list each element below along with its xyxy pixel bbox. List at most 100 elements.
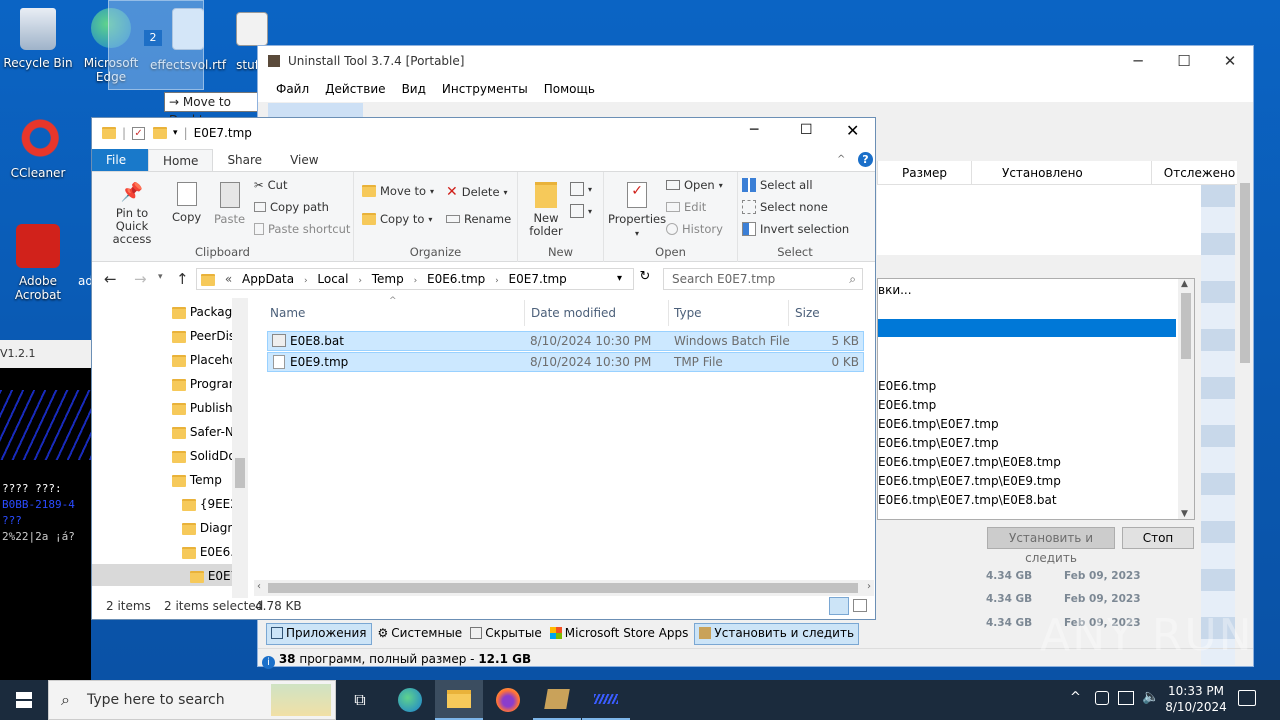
chevron-up-icon[interactable]: ▲ [1181,279,1188,289]
copy-to-button[interactable]: Copy to ▾ [362,212,432,226]
column-name[interactable]: Name [270,306,305,320]
quick-access-dropdown-icon[interactable]: ▾ [173,128,178,138]
large-icons-view-icon[interactable] [853,599,867,612]
uninstall-tool-taskbar-icon[interactable] [533,680,581,720]
nav-item[interactable]: Safer-N [172,420,232,444]
minimize-button[interactable]: ─ [750,122,758,138]
nav-item[interactable]: Publish [172,396,232,420]
menu-tools[interactable]: Инструменты [442,82,528,96]
breadcrumb-temp[interactable]: Temp [372,272,404,286]
log-scrollbar[interactable]: ▲ ▼ [1178,279,1194,519]
select-none-button[interactable]: Select none [742,200,828,214]
invert-selection-button[interactable]: Invert selection [742,222,849,236]
desktop-icon-acrobat[interactable]: Adobe Acrobat [0,224,76,302]
history-button[interactable]: History [666,222,723,236]
breadcrumb-local[interactable]: Local [317,272,348,286]
maximize-button[interactable]: ☐ [800,122,813,138]
h-scrollbar-thumb[interactable] [268,583,858,593]
show-hidden-icons-chevron-icon[interactable]: ^ [1070,690,1081,705]
minimize-button[interactable]: ─ [1115,46,1161,76]
volume-icon[interactable]: 🔈 [1142,689,1159,705]
nav-item-selected[interactable]: E0E7 [190,564,232,588]
nav-item[interactable]: Placeho [172,348,232,372]
clock[interactable]: 10:33 PM 8/10/2024 [1162,683,1230,715]
collapse-ribbon-icon[interactable]: ^ [837,154,845,165]
nav-item[interactable]: SolidDo [172,444,232,468]
cut-button[interactable]: ✂ Cut [254,178,287,192]
easy-access-button[interactable]: ▾ [570,204,592,218]
nav-scrollbar[interactable] [232,298,248,598]
select-all-button[interactable]: Select all [742,178,813,192]
copy-path-button[interactable]: Copy path [254,200,329,214]
column-size[interactable]: Размер [877,161,971,185]
install-and-track-button[interactable]: Установить и следить [987,527,1115,565]
help-icon[interactable]: ? [858,152,873,167]
tab-system[interactable]: ⚙ Системные [376,623,465,645]
open-button[interactable]: Open ▾ [666,178,723,192]
stop-button[interactable]: Стоп [1122,527,1194,549]
network-icon[interactable] [1118,691,1134,705]
column-size[interactable]: Size [795,306,820,320]
menu-file[interactable]: Файл [276,82,309,96]
copy-button[interactable]: Copy [172,182,201,224]
breadcrumb-appdata[interactable]: AppData [242,272,294,286]
refresh-icon[interactable]: ↻ [636,269,654,291]
firefox-taskbar-icon[interactable] [484,680,532,720]
details-view-icon[interactable] [829,597,849,615]
recent-locations-chevron-icon[interactable]: ▾ [158,272,163,282]
file-row[interactable]: E0E9.tmp 8/10/2024 10:30 PM TMP File 0 K… [267,352,864,372]
nav-item[interactable]: Temp [172,468,232,492]
scrollbar-thumb[interactable] [1240,183,1250,363]
breadcrumb-e0e6[interactable]: E0E6.tmp [427,272,485,286]
breadcrumb-overflow[interactable]: « [225,272,232,286]
column-type[interactable]: Type [674,306,702,320]
delete-button[interactable]: ✕ Delete ▾ [446,184,508,200]
column-tracked[interactable]: Отслежено [1151,161,1247,185]
nav-item[interactable]: {9EE29 [182,492,232,516]
back-arrow-icon[interactable]: ← [104,270,117,288]
chevron-left-icon[interactable]: ‹ [257,581,261,592]
desktop-icon-recycle-bin[interactable]: Recycle Bin [0,8,76,70]
tab-install-track[interactable]: Установить и следить [694,623,860,645]
maximize-button[interactable]: ☐ [1161,46,1207,76]
desktop-icon-ccleaner[interactable]: CCleaner [0,116,76,180]
forward-arrow-icon[interactable]: → [134,270,147,288]
console-taskbar-icon[interactable] [582,680,630,720]
tab-hidden[interactable]: Скрытые [468,623,544,645]
ut-scrollbar[interactable] [1237,161,1253,601]
new-item-button[interactable]: ▾ [570,182,592,196]
address-dropdown-icon[interactable]: ▾ [617,269,622,289]
file-list-h-scrollbar[interactable]: ‹ › [254,580,874,596]
address-bar[interactable]: « AppData › Local › Temp › E0E6.tmp › E0… [196,268,634,290]
nav-item[interactable]: Diagn [182,516,232,540]
start-button[interactable] [0,680,48,720]
edge-taskbar-icon[interactable] [386,680,434,720]
rename-button[interactable]: Rename [446,212,511,226]
chevron-down-icon[interactable]: ▼ [1181,509,1188,519]
close-button[interactable]: ✕ [1207,46,1253,76]
nav-scrollbar-thumb[interactable] [235,458,245,488]
search-input[interactable]: Search E0E7.tmp ⌕ [663,268,863,290]
breadcrumb-e0e7[interactable]: E0E7.tmp [509,272,567,286]
tray-app-icon[interactable] [1095,691,1109,705]
column-date-modified[interactable]: Date modified [531,306,616,320]
up-arrow-icon[interactable]: ↑ [176,270,189,288]
explorer-taskbar-icon[interactable] [435,680,483,720]
file-row[interactable]: E0E8.bat 8/10/2024 10:30 PM Windows Batc… [267,331,864,351]
taskbar-search-input[interactable]: ⌕ Type here to search [48,680,336,720]
tab-store-apps[interactable]: Microsoft Store Apps [548,623,691,645]
column-installed[interactable]: Установлено [971,161,1083,185]
nav-item[interactable]: Packag [172,300,232,324]
menu-view[interactable]: Вид [402,82,426,96]
new-folder-icon[interactable] [153,127,168,139]
nav-item[interactable]: Progran [172,372,232,396]
menu-help[interactable]: Помощь [544,82,595,96]
menu-action[interactable]: Действие [325,82,385,96]
log-scrollbar-thumb[interactable] [1181,293,1191,359]
move-to-button[interactable]: Move to ▾ [362,184,434,198]
notification-icon[interactable] [1238,690,1256,706]
nav-item[interactable]: PeerDis [172,324,232,348]
paste-button[interactable]: Paste [214,182,245,226]
tab-view[interactable]: View [276,149,332,171]
close-button[interactable]: ✕ [846,121,859,140]
